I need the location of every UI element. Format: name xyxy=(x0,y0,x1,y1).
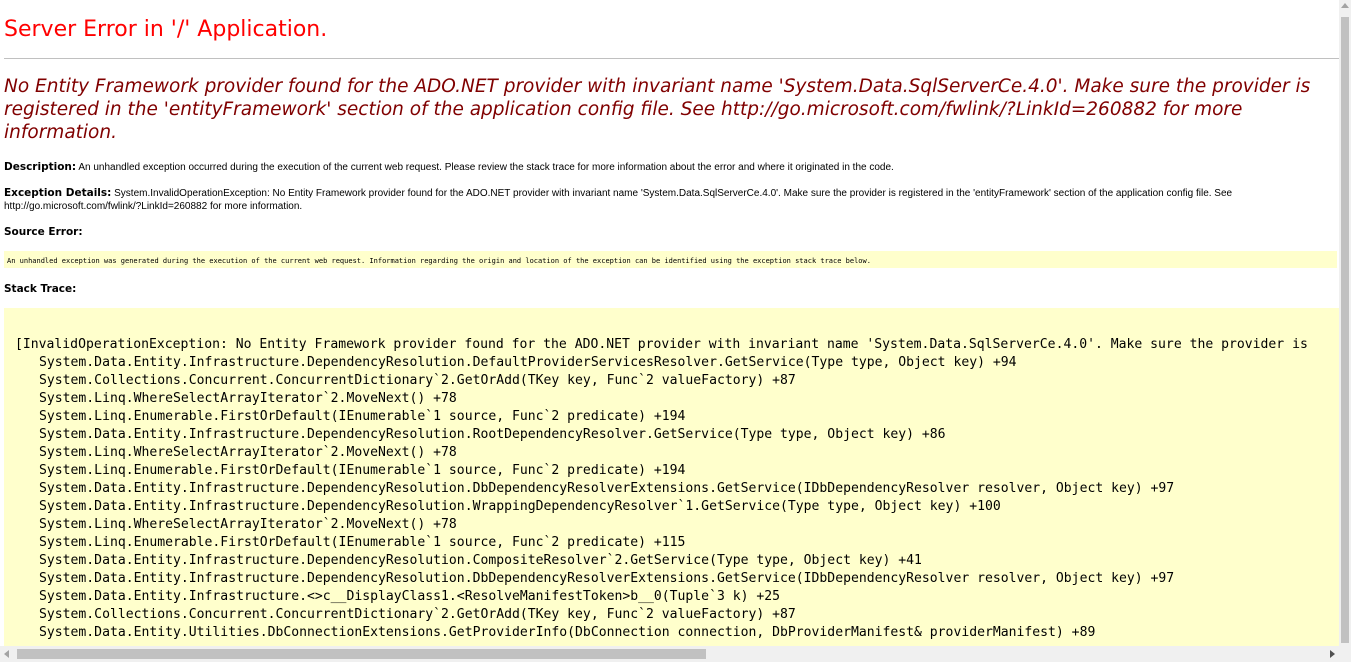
arrow-left-icon[interactable] xyxy=(4,650,9,658)
source-error-text: An unhandled exception was generated dur… xyxy=(7,257,871,265)
stack-trace-line: System.Linq.WhereSelectArrayIterator`2.M… xyxy=(39,517,457,532)
source-error-heading: Source Error: xyxy=(4,226,83,238)
stack-trace-line: System.Data.Entity.Infrastructure.Depend… xyxy=(39,553,922,568)
stack-trace-line: System.Linq.WhereSelectArrayIterator`2.M… xyxy=(39,445,457,460)
scrollbar-corner xyxy=(1339,646,1351,662)
page-title: Server Error in '/' Application. xyxy=(4,17,328,42)
description-paragraph: Description: An unhandled exception occu… xyxy=(4,161,1334,174)
stack-trace-line: System.Data.Entity.Infrastructure.Depend… xyxy=(39,355,1017,370)
exception-details-label: Exception Details: xyxy=(4,187,112,199)
description-text: An unhandled exception occurred during t… xyxy=(76,162,894,173)
vertical-scroll-thumb[interactable] xyxy=(1341,17,1349,643)
stack-trace-line: System.Data.Entity.Infrastructure.<>c__D… xyxy=(39,589,781,604)
stack-trace-box[interactable]: [InvalidOperationException: No Entity Fr… xyxy=(4,308,1339,646)
stack-trace-line: System.Linq.Enumerable.FirstOrDefault(IE… xyxy=(39,535,686,550)
stack-trace-line: System.Linq.Enumerable.FirstOrDefault(IE… xyxy=(39,463,686,478)
arrow-right-icon[interactable] xyxy=(1330,650,1335,658)
stack-trace-line: System.Linq.Enumerable.FirstOrDefault(IE… xyxy=(39,409,686,424)
stack-trace-line: System.Data.Entity.Infrastructure.Depend… xyxy=(39,499,1001,514)
exception-details-paragraph: Exception Details: System.InvalidOperati… xyxy=(4,187,1334,213)
arrow-up-icon[interactable] xyxy=(1341,3,1349,8)
stack-trace-text: [InvalidOperationException: No Entity Fr… xyxy=(4,308,1339,642)
horizontal-scrollbar[interactable] xyxy=(0,646,1339,662)
source-error-box: An unhandled exception was generated dur… xyxy=(4,251,1337,268)
exception-details-text: System.InvalidOperationException: No Ent… xyxy=(4,188,1233,212)
stack-trace-line: System.Data.Entity.Utilities.DbConnectio… xyxy=(39,625,1096,640)
horizontal-scroll-thumb[interactable] xyxy=(17,649,706,659)
stack-trace-line: System.Data.Entity.Infrastructure.Depend… xyxy=(39,427,946,442)
divider xyxy=(4,58,1339,59)
stack-trace-line: System.Linq.WhereSelectArrayIterator`2.M… xyxy=(39,391,457,406)
stack-trace-line: [InvalidOperationException: No Entity Fr… xyxy=(15,337,1308,352)
stack-trace-line: System.Data.Entity.Infrastructure.Depend… xyxy=(39,481,1175,496)
stack-trace-line: System.Data.Entity.Infrastructure.Depend… xyxy=(39,571,1175,586)
description-label: Description: xyxy=(4,161,77,173)
stack-trace-line: System.Collections.Concurrent.Concurrent… xyxy=(39,373,796,388)
vertical-scrollbar[interactable] xyxy=(1339,0,1351,646)
stack-trace-line: System.Collections.Concurrent.Concurrent… xyxy=(39,607,796,622)
error-message: No Entity Framework provider found for t… xyxy=(4,76,1311,143)
error-page: Server Error in '/' Application. No Enti… xyxy=(0,0,1339,646)
stack-trace-heading: Stack Trace: xyxy=(4,283,77,295)
